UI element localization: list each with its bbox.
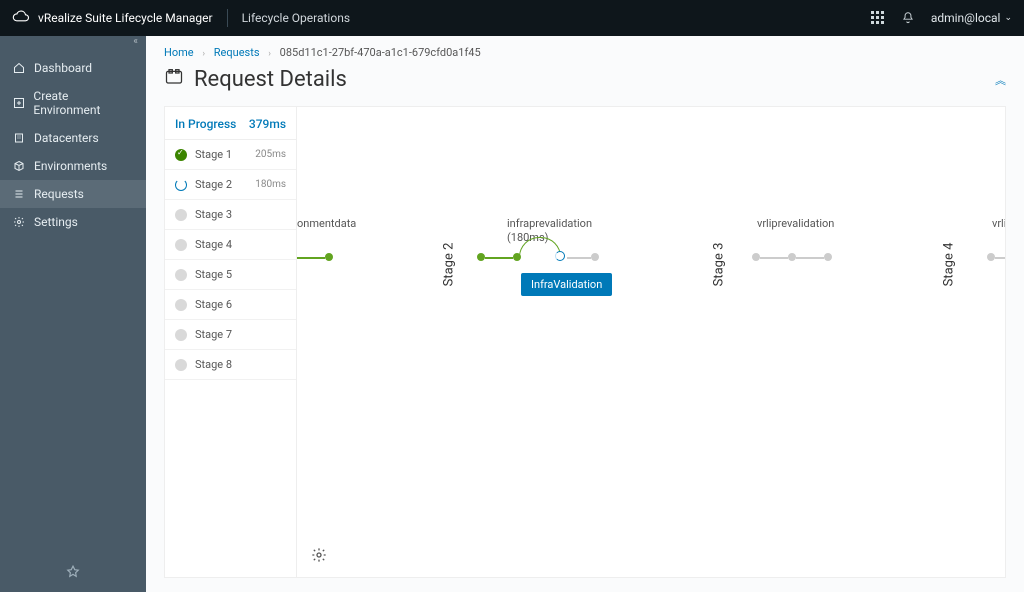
stage-row-6[interactable]: Stage 6 (165, 290, 296, 320)
sidebar-item-label: Settings (34, 215, 78, 229)
cube-icon (12, 159, 26, 173)
stage-name: Stage 3 (195, 208, 232, 221)
stage-vlabel-4: Stage 4 (941, 243, 956, 287)
page-title: Request Details (194, 67, 347, 92)
status-dot-idle (175, 299, 187, 311)
status-dot-done (175, 149, 187, 161)
flow-node-done (325, 253, 333, 261)
stage-name: Stage 1 (195, 148, 232, 161)
building-icon (12, 131, 26, 145)
stage-name: Stage 2 (195, 178, 232, 191)
stage-row-1[interactable]: Stage 1 205ms (165, 140, 296, 170)
stage-row-5[interactable]: Stage 5 (165, 260, 296, 290)
product-name: vRealize Suite Lifecycle Manager (38, 11, 213, 25)
details-icon (164, 68, 184, 92)
node-title-2: vrliprevalidation (757, 217, 834, 230)
plus-square-icon (12, 96, 25, 110)
flow-area[interactable]: onmentdata Stage 2 infraprevalidation (1… (297, 107, 1005, 577)
active-step-badge: InfraValidation (521, 273, 612, 296)
sidebar-item-requests[interactable]: Requests (0, 180, 146, 208)
chevron-right-icon: › (268, 49, 271, 59)
stage-row-7[interactable]: Stage 7 (165, 320, 296, 350)
stage-time: 180ms (255, 179, 286, 190)
breadcrumb: Home › Requests › 085d11c1-27bf-470a-a1c… (146, 36, 1024, 63)
flow-node-idle (788, 253, 796, 261)
status-dot-idle (175, 239, 187, 251)
stage-name: Stage 7 (195, 328, 232, 341)
topbar-divider (227, 9, 228, 27)
status-label: In Progress (175, 117, 236, 131)
total-time: 379ms (249, 117, 286, 131)
sidebar-collapse-icon[interactable]: « (0, 36, 146, 54)
collapse-panel-icon[interactable]: ︽ (995, 72, 1006, 88)
flow-node-idle (987, 253, 995, 261)
content-panel: In Progress 379ms Stage 1 205ms Stage 2 … (164, 106, 1006, 578)
user-menu[interactable]: admin@local ⌄ (931, 11, 1012, 25)
flow-node-running (555, 251, 565, 261)
flow-edge (485, 257, 513, 259)
user-label: admin@local (931, 11, 1001, 25)
page-header: Request Details ︽ (146, 63, 1024, 106)
stage-vlabel-2: Stage 2 (441, 243, 456, 287)
stage-row-8[interactable]: Stage 8 (165, 350, 296, 380)
topbar: vRealize Suite Lifecycle Manager Lifecyc… (0, 0, 1024, 36)
stage-name: Stage 4 (195, 238, 232, 251)
topbar-section: Lifecycle Operations (242, 11, 350, 25)
sidebar-item-label: Environments (34, 159, 107, 173)
sidebar-item-label: Dashboard (34, 61, 92, 75)
flow-edge (796, 257, 824, 259)
chevron-right-icon: › (202, 49, 205, 59)
cloud-icon (12, 10, 30, 27)
sidebar: « Dashboard Create Environment Datacente… (0, 36, 146, 592)
node-title-3: vrli (992, 217, 1005, 230)
breadcrumb-current: 085d11c1-27bf-470a-a1c1-679cfd0a1f45 (280, 46, 481, 59)
stage-name: Stage 8 (195, 358, 232, 371)
flow-node-done (477, 253, 485, 261)
stage-panel: In Progress 379ms Stage 1 205ms Stage 2 … (165, 107, 297, 577)
sidebar-item-datacenters[interactable]: Datacenters (0, 124, 146, 152)
stage-time: 205ms (255, 149, 286, 160)
sidebar-item-label: Datacenters (34, 131, 99, 145)
stage-row-3[interactable]: Stage 3 (165, 200, 296, 230)
node-title-0: onmentdata (297, 217, 356, 230)
flow-node-idle (824, 253, 832, 261)
stage-vlabel-3: Stage 3 (711, 243, 726, 287)
sidebar-item-create-environment[interactable]: Create Environment (0, 82, 146, 124)
flow-edge (760, 257, 788, 259)
node-title-1: infraprevalidation (507, 217, 592, 230)
bell-icon[interactable] (901, 11, 915, 25)
chevron-down-icon: ⌄ (1004, 13, 1012, 23)
sidebar-item-label: Requests (34, 187, 84, 201)
status-dot-idle (175, 209, 187, 221)
stage-name: Stage 5 (195, 268, 232, 281)
sidebar-item-dashboard[interactable]: Dashboard (0, 54, 146, 82)
sidebar-item-environments[interactable]: Environments (0, 152, 146, 180)
stage-name: Stage 6 (195, 298, 232, 311)
flow-edge (567, 257, 591, 259)
breadcrumb-home[interactable]: Home (164, 46, 194, 59)
flow-edge (297, 257, 325, 259)
flow-node-idle (591, 253, 599, 261)
main: Home › Requests › 085d11c1-27bf-470a-a1c… (146, 36, 1024, 592)
home-icon (12, 61, 26, 75)
stage-panel-header: In Progress 379ms (165, 107, 296, 140)
sidebar-item-settings[interactable]: Settings (0, 208, 146, 236)
sidebar-footer-icon[interactable] (0, 555, 146, 592)
apps-icon[interactable] (871, 11, 885, 25)
flow-track: onmentdata Stage 2 infraprevalidation (1… (297, 317, 1005, 397)
breadcrumb-requests[interactable]: Requests (214, 46, 260, 59)
sidebar-item-label: Create Environment (33, 89, 134, 117)
status-dot-idle (175, 269, 187, 281)
stage-row-4[interactable]: Stage 4 (165, 230, 296, 260)
status-dot-idle (175, 359, 187, 371)
flow-node-idle (752, 253, 760, 261)
stage-row-2[interactable]: Stage 2 180ms (165, 170, 296, 200)
list-icon (12, 187, 26, 201)
flow-settings-icon[interactable] (311, 547, 327, 567)
gear-icon (12, 215, 26, 229)
status-dot-idle (175, 329, 187, 341)
flow-edge (995, 257, 1005, 259)
status-dot-running (175, 179, 187, 191)
